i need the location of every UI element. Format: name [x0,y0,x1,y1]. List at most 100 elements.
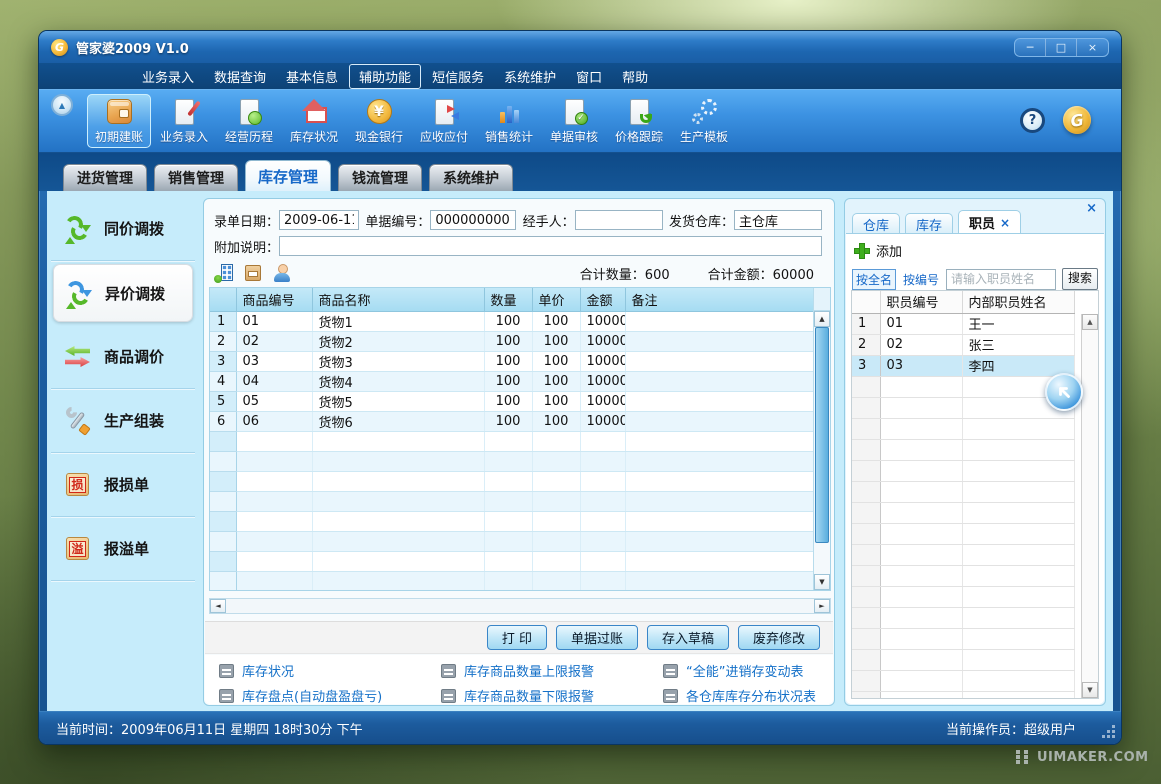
scroll-down-button[interactable]: ▼ [814,574,830,590]
menu-system-maintenance[interactable]: 系统维护 [495,65,565,88]
scroll-up-button[interactable]: ▲ [814,311,830,327]
sidebar-item-goods-price-adjust[interactable]: 商品调价 [51,325,195,389]
tab-close-icon[interactable]: × [1000,216,1010,230]
toolbar-item-cash-bank[interactable]: ¥ 现金银行 [347,94,411,148]
discard-changes-button[interactable]: 废弃修改 [738,625,820,650]
link-inventory-status[interactable]: 库存状况 [219,661,441,680]
col-item-name[interactable]: 商品名称 [312,288,484,311]
totals: 合计数量：600 合计金额：60000 [580,264,814,283]
filter-by-name-button[interactable]: 按全名 [852,269,896,290]
item-row[interactable]: 404货物410010010000 [210,371,814,391]
toolbar-item-receivable-payable[interactable]: 应收应付 [412,94,476,148]
date-input[interactable] [279,210,359,230]
package-icon[interactable] [243,263,263,283]
sidebar-item-overflow-report[interactable]: 溢 报溢单 [51,517,195,581]
items-table: 商品编号 商品名称 数量 单价 金额 备注 101货物110010010000 … [210,288,815,591]
staff-row[interactable]: 101王一 [852,313,1074,334]
toolbar-item-production-template[interactable]: 生产模板 [672,94,736,148]
staff-vertical-scrollbar[interactable]: ▲ ▼ [1081,314,1098,698]
col-note[interactable]: 备注 [625,288,814,311]
tab-inventory-management[interactable]: 库存管理 [245,160,331,191]
handler-input[interactable] [575,210,663,230]
scroll-right-button[interactable]: ► [814,599,830,613]
collapse-toolbar-button[interactable]: ▲ [51,94,73,116]
staff-row-selected[interactable]: 303李四 [852,355,1074,376]
link-almighty-inventory-change-table[interactable]: “全能”进销存变动表 [663,661,833,680]
toolbar-item-voucher-audit[interactable]: ✓ 单据审核 [542,94,606,148]
warehouse-input[interactable] [734,210,822,230]
scroll-left-button[interactable]: ◄ [210,599,226,613]
post-voucher-button[interactable]: 单据过账 [556,625,638,650]
minimize-button[interactable]: ─ [1015,39,1046,56]
title-bar[interactable]: G 管家婆2009 V1.0 ─ □ × [39,31,1121,63]
col-price[interactable]: 单价 [532,288,580,311]
sidebar-item-production-assembly[interactable]: 生产组装 [51,389,195,453]
tab-staff[interactable]: 职员× [958,210,1021,234]
help-icon[interactable]: ? [1020,108,1045,133]
toolbar-item-sales-statistics[interactable]: 销售统计 [477,94,541,148]
panel-close-icon[interactable]: × [1086,202,1097,215]
link-stocktaking[interactable]: 库存盘点(自动盘盈盘亏) [219,686,441,705]
toolbar-item-price-tracking[interactable]: 价格跟踪 [607,94,671,148]
staff-name-input[interactable] [946,269,1056,290]
item-row[interactable]: 303货物310010010000 [210,351,814,371]
scroll-up-button[interactable]: ▲ [1082,314,1098,330]
staff-row[interactable]: 202张三 [852,334,1074,355]
col-qty[interactable]: 数量 [484,288,532,311]
col-staff-name[interactable]: 内部职员姓名 [962,291,1074,313]
sidebar-item-diff-price-transfer[interactable]: 异价调拨 [53,264,193,322]
tab-sales-management[interactable]: 销售管理 [154,164,238,191]
tab-system-maintenance[interactable]: 系统维护 [429,164,513,191]
person-icon[interactable] [272,263,292,283]
menu-auxiliary-functions[interactable]: 辅助功能 [349,64,421,89]
col-staff-code[interactable]: 职员编号 [880,291,962,313]
col-item-code[interactable]: 商品编号 [236,288,312,311]
report-icon [219,689,234,703]
building-icon[interactable] [214,263,234,283]
item-row[interactable]: 505货物510010010000 [210,391,814,411]
add-row[interactable]: 添加 [846,234,1104,265]
sidebar-item-loss-report[interactable]: 损 报损单 [51,453,195,517]
tab-cashflow-management[interactable]: 钱流管理 [338,164,422,191]
scroll-thumb[interactable] [815,327,829,543]
sidebar-item-same-price-transfer[interactable]: 同价调拨 [51,197,195,261]
toolbar-item-initial-account[interactable]: 初期建账 [87,94,151,148]
maximize-button[interactable]: □ [1046,39,1077,56]
voucher-number-input[interactable] [430,210,516,230]
horizontal-scrollbar[interactable]: ◄ ► [209,598,831,614]
tab-stock[interactable]: 库存 [905,213,953,234]
toolbar-item-business-entry[interactable]: 业务录入 [152,94,216,148]
item-row[interactable]: 202货物210010010000 [210,331,814,351]
close-button[interactable]: × [1077,39,1108,56]
content-area: 同价调拨 异价调拨 商品调价 生产组装 损 报损单 溢 报溢单 [47,191,1113,713]
link-stock-lower-limit-alert[interactable]: 库存商品数量下限报警 [441,686,663,705]
menu-sms-service[interactable]: 短信服务 [423,65,493,88]
item-row[interactable]: 101货物110010010000 [210,311,814,331]
note-input[interactable] [279,236,822,256]
menu-business-entry[interactable]: 业务录入 [133,65,203,88]
link-warehouse-distribution-table[interactable]: 各仓库库存分布状况表 [663,686,833,705]
print-button[interactable]: 打 印 [487,625,547,650]
menu-basic-info[interactable]: 基本信息 [277,65,347,88]
search-button[interactable]: 搜索 [1062,268,1098,290]
save-draft-button[interactable]: 存入草稿 [647,625,729,650]
vertical-scrollbar[interactable]: ▲ ▼ [813,288,830,590]
toolbar-item-operation-history[interactable]: 经营历程 [217,94,281,148]
voucher-panel: 录单日期： 单据编号： 经手人： 发货仓库： 附加说明： 合计数量：600 [203,198,835,706]
toolbar-item-inventory-status[interactable]: 库存状况 [282,94,346,148]
filter-by-code-button[interactable]: 按编号 [902,270,940,289]
tab-purchase-management[interactable]: 进货管理 [63,164,147,191]
tab-warehouse[interactable]: 仓库 [852,213,900,234]
scroll-down-button[interactable]: ▼ [1082,682,1098,698]
menu-data-query[interactable]: 数据查询 [205,65,275,88]
item-row[interactable]: 606货物610010010000 [210,411,814,431]
menu-help[interactable]: 帮助 [613,65,657,88]
col-amount[interactable]: 金额 [580,288,625,311]
report-links: 库存状况 库存商品数量上限报警 “全能”进销存变动表 库存盘点(自动盘盈盘亏) … [205,655,833,704]
menu-bar: 业务录入 数据查询 基本信息 辅助功能 短信服务 系统维护 窗口 帮助 [39,63,1121,89]
row-number-header [210,288,236,311]
resize-grip-icon[interactable] [1102,725,1115,738]
link-stock-upper-limit-alert[interactable]: 库存商品数量上限报警 [441,661,663,680]
overflow-stamp-icon: 溢 [66,537,89,560]
menu-window[interactable]: 窗口 [567,65,611,88]
